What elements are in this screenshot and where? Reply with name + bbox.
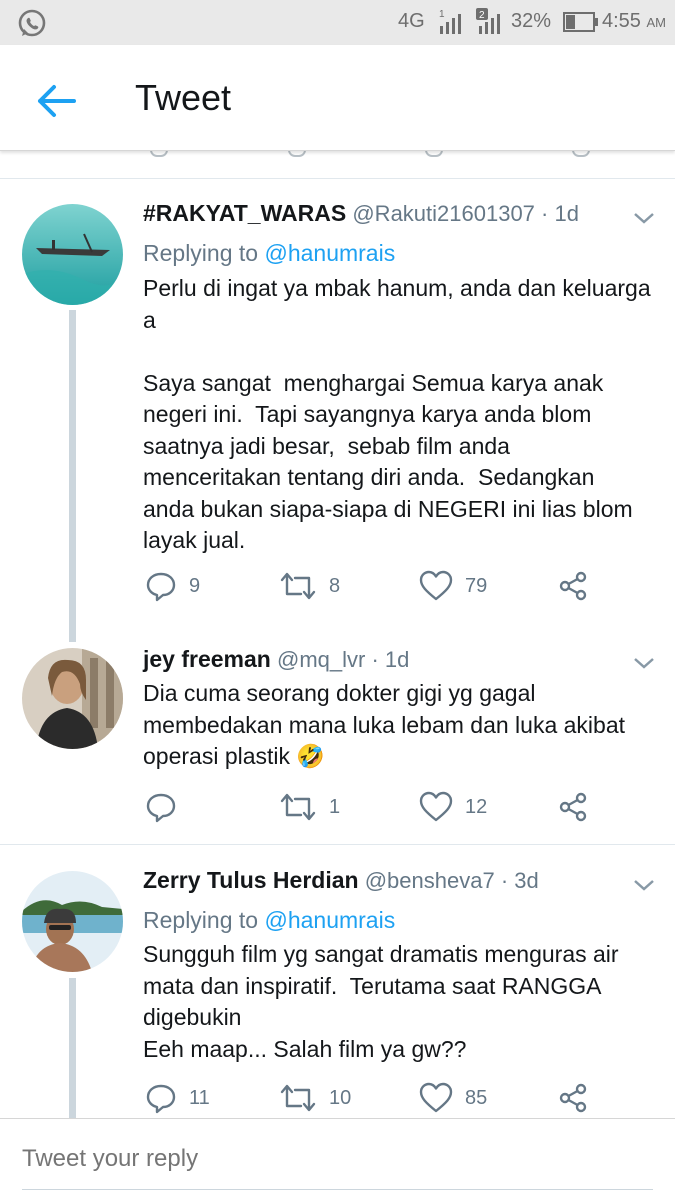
retweet-count: 10 (329, 1086, 352, 1109)
reply-button[interactable]: 11 (145, 1081, 210, 1115)
reply-count: 9 (189, 574, 201, 597)
like-count: 79 (465, 574, 488, 597)
like-button[interactable]: 79 (419, 569, 487, 603)
tweet-actions: 11 10 85 (143, 1081, 643, 1115)
back-arrow-icon[interactable] (34, 83, 78, 119)
tweet[interactable]: #RAKYAT_WARAS @Rakuti21601307 · 1d Reply… (0, 180, 675, 642)
clock: 4:55 AM (602, 10, 666, 32)
retweet-count: 8 (329, 574, 341, 597)
thread-line (69, 978, 76, 1118)
signal-sim1-icon: 1 (439, 9, 461, 34)
whatsapp-icon (18, 9, 46, 37)
reply-button[interactable]: 9 (145, 569, 200, 603)
like-button[interactable]: 85 (419, 1081, 487, 1115)
display-name[interactable]: Zerry Tulus Herdian (143, 867, 359, 893)
share-button[interactable] (557, 569, 589, 603)
replying-to: Replying to @hanumrais (143, 907, 396, 933)
svg-text:1: 1 (439, 9, 445, 20)
reply-icon (146, 572, 176, 602)
mention-link[interactable]: @hanumrais (264, 240, 395, 266)
display-name[interactable]: #RAKYAT_WARAS (143, 200, 346, 226)
share-button[interactable] (557, 1081, 589, 1115)
like-count: 12 (465, 795, 488, 818)
chevron-down-icon[interactable] (632, 877, 656, 893)
tweet-actions: 9 8 79 (143, 569, 643, 603)
avatar[interactable] (22, 204, 123, 305)
tweet-actions: 1 12 (143, 790, 643, 824)
tweet-text: Perlu di ingat ya mbak hanum, anda dan k… (143, 275, 651, 553)
status-bar: 4G 1 2 32% 4:55 AM (0, 0, 675, 45)
retweet-count: 1 (329, 795, 341, 818)
app-header: Tweet (0, 45, 675, 151)
tweet-header: jey freeman @mq_lvr · 1d (143, 646, 410, 672)
retweet-icon (280, 1084, 316, 1112)
avatar[interactable] (22, 871, 123, 972)
like-count: 85 (465, 1086, 488, 1109)
network-type: 4G (398, 10, 425, 32)
share-icon (559, 792, 587, 822)
battery-icon (563, 12, 598, 32)
user-handle[interactable]: @mq_lvr (277, 647, 365, 672)
input-underline (22, 1189, 653, 1190)
tweet[interactable]: Zerry Tulus Herdian @bensheva7 · 3d Repl… (0, 845, 675, 1118)
retweet-button[interactable]: 10 (279, 1081, 351, 1115)
page-title: Tweet (135, 77, 232, 118)
tweet-header: Zerry Tulus Herdian @bensheva7 · 3d (143, 867, 539, 893)
retweet-icon (280, 793, 316, 821)
share-icon (559, 571, 587, 601)
thread-line (69, 310, 76, 642)
display-name[interactable]: jey freeman (143, 646, 271, 672)
retweet-icon (280, 572, 316, 600)
reply-button[interactable] (145, 790, 189, 824)
chevron-down-icon[interactable] (632, 210, 656, 226)
user-handle[interactable]: @Rakuti21601307 (352, 201, 535, 226)
chevron-down-icon[interactable] (632, 655, 656, 671)
replying-to: Replying to @hanumrais (143, 240, 396, 266)
share-button[interactable] (557, 790, 589, 824)
heart-icon (419, 1082, 453, 1113)
mention-link[interactable]: @hanumrais (264, 907, 395, 933)
tweet[interactable]: jey freeman @mq_lvr · 1d Dia cuma seoran… (0, 642, 675, 842)
timestamp: 1d (384, 647, 410, 672)
signal-sim2-icon: 2 (476, 8, 500, 34)
heart-icon (419, 570, 453, 601)
previous-tweet-actions-strip (0, 151, 675, 179)
svg-text:2: 2 (479, 10, 485, 21)
reply-input[interactable] (22, 1145, 653, 1173)
avatar[interactable] (22, 648, 123, 749)
user-handle[interactable]: @bensheva7 (365, 868, 495, 893)
reply-count: 11 (189, 1086, 210, 1109)
reply-icon (146, 1084, 176, 1114)
timestamp: 3d (514, 868, 539, 893)
like-button[interactable]: 12 (419, 790, 487, 824)
share-icon (559, 1083, 587, 1113)
timestamp: 1d (554, 201, 579, 226)
tweet-header: #RAKYAT_WARAS @Rakuti21601307 · 1d (143, 200, 579, 226)
reply-icon (146, 793, 176, 823)
retweet-button[interactable]: 8 (279, 569, 340, 603)
heart-icon (419, 791, 453, 822)
battery-percent: 32% (511, 10, 552, 32)
tweet-text: Dia cuma seorang dokter gigi yg gagal me… (143, 680, 626, 769)
tweet-text: Sungguh film yg sangat dramatis menguras… (143, 941, 619, 1062)
retweet-button[interactable]: 1 (279, 790, 340, 824)
reply-composer (0, 1118, 675, 1200)
